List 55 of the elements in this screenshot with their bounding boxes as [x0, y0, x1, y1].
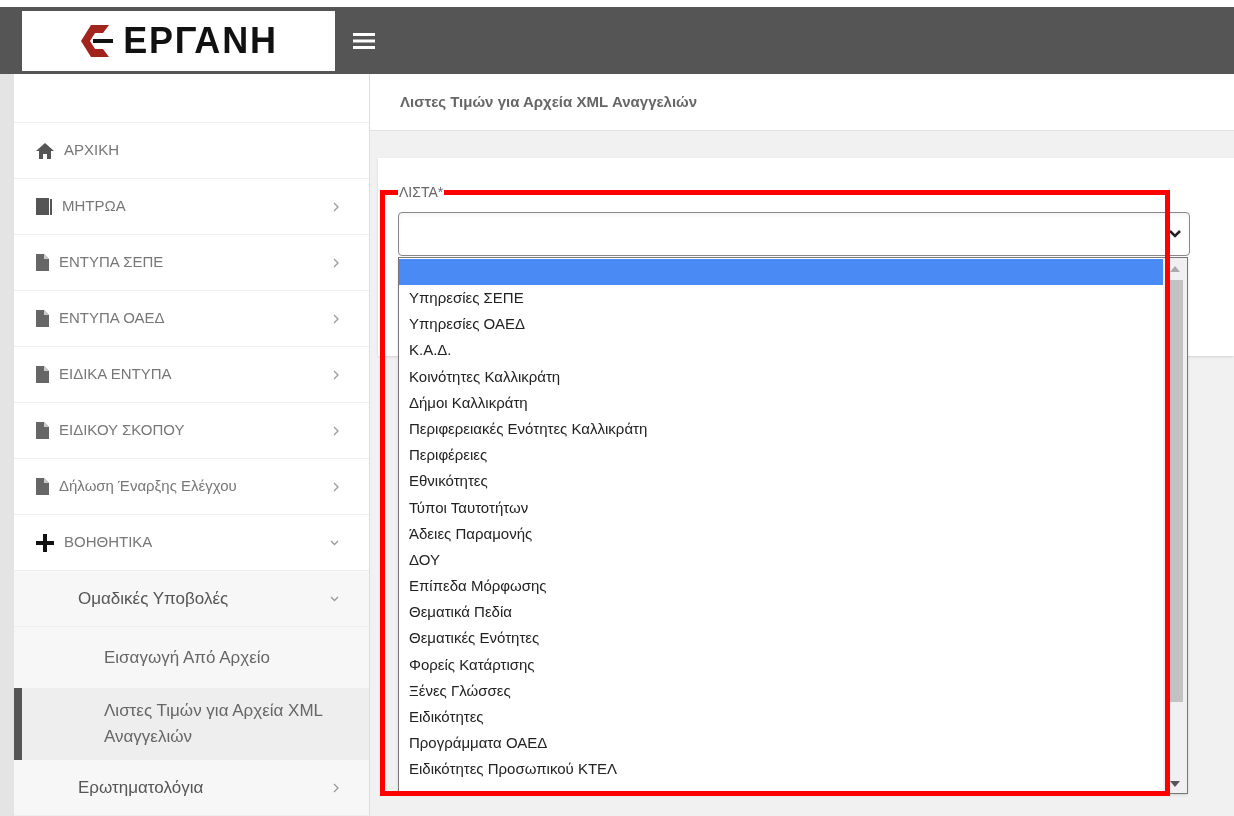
dropdown-option[interactable]: Ειδικότητες Προσωπικού ΚΤΕΛ: [399, 756, 1163, 783]
dropdown-option[interactable]: Ειδικότητες: [399, 704, 1163, 731]
scroll-up-icon[interactable]: [1170, 266, 1180, 272]
chevron-right-icon: [333, 782, 339, 793]
submenu-item[interactable]: Ομαδικές Υποβολές: [14, 571, 369, 627]
dropdown-option[interactable]: Υπηρεσίες ΣΕΠΕ: [399, 285, 1163, 312]
sidebar-item[interactable]: ΕΙΔΙΚΟΥ ΣΚΟΠΟΥ: [14, 403, 369, 459]
dropdown-option[interactable]: Κοινότητες Καλλικράτη: [399, 363, 1163, 390]
chevron-down-icon: [330, 595, 339, 602]
book-icon: [36, 198, 52, 215]
sidebar-item[interactable]: ΕΝΤΥΠΑ ΣΕΠΕ: [14, 235, 369, 291]
scroll-down-icon[interactable]: [1170, 781, 1180, 787]
home-icon: [36, 142, 54, 159]
sidebar-item[interactable]: ΜΗΤΡΩΑ: [14, 179, 369, 235]
dropdown-option[interactable]: Δήμοι Καλλικράτη: [399, 389, 1163, 417]
file-icon: [36, 422, 49, 439]
page-title: Λιστες Τιμών για Αρχεία XML Αναγγελιών: [370, 74, 1234, 131]
file-icon: [36, 478, 49, 495]
submenu-item[interactable]: Ερωτηματολόγια: [14, 760, 369, 816]
plus-icon: [36, 533, 54, 552]
dropdown-option[interactable]: Υπηρεσίες ΟΑΕΔ: [399, 311, 1163, 338]
chevron-right-icon: [333, 313, 339, 324]
dropdown-option[interactable]: Ξένες Γλώσσες: [399, 678, 1163, 705]
dropdown-option[interactable]: Τύποι Ταυτοτήτων: [399, 494, 1163, 521]
chevron-right-icon: [333, 425, 339, 436]
dropdown-option[interactable]: Θεματικά Πεδία: [399, 599, 1163, 626]
dropdown-option[interactable]: Άδειες Παραμονής: [399, 520, 1163, 548]
chevron-right-icon: [333, 369, 339, 380]
sidebar-item[interactable]: ΑΡΧΙΚΗ: [14, 123, 369, 179]
submenu-item[interactable]: Εισαγωγή Από Αρχείο: [14, 627, 369, 688]
submenu-item[interactable]: Λιστες Τιμών για Αρχεία XML Αναγγελιών: [14, 688, 369, 760]
dropdown-option[interactable]: Περιφερειακές Ενότητες Καλλικράτη: [399, 416, 1163, 443]
sidebar-item[interactable]: ΕΝΤΥΠΑ ΟΑΕΔ: [14, 291, 369, 347]
dropdown-option[interactable]: [399, 259, 1163, 286]
chevron-down-icon: [1169, 230, 1181, 238]
sidebar-item[interactable]: Δήλωση Έναρξης Ελέγχου: [14, 459, 369, 515]
sidebar-item[interactable]: ΕΙΔΙΚΑ ΕΝΤΥΠΑ: [14, 347, 369, 403]
field-label: ΛΙΣΤΑ*: [398, 184, 445, 200]
dropdown-option[interactable]: Επίπεδα Μόρφωσης: [399, 573, 1163, 600]
file-icon: [36, 310, 49, 327]
file-icon: [36, 366, 49, 383]
chevron-down-icon: [330, 539, 339, 546]
dropdown-option[interactable]: Εθνικότητες: [399, 468, 1163, 495]
dropdown-option[interactable]: Προγράμματα ΟΑΕΔ: [399, 730, 1163, 757]
chevron-right-icon: [333, 201, 339, 212]
dropdown-option[interactable]: Θεματικές Ενότητες: [399, 625, 1163, 652]
logo-text: ΕΡΓΑΝΗ: [123, 22, 278, 59]
dropdown-option[interactable]: Κ.Α.Δ.: [399, 337, 1163, 364]
list-select[interactable]: [398, 212, 1190, 256]
dropdown-option[interactable]: Φορείς Κατάρτισης: [399, 651, 1163, 678]
file-icon: [36, 254, 49, 271]
chevron-right-icon: [333, 481, 339, 492]
dropdown-option[interactable]: Περιφέρειες: [399, 442, 1163, 469]
dropdown-option[interactable]: ΔΟΥ: [399, 547, 1163, 574]
chevron-right-icon: [333, 257, 339, 268]
